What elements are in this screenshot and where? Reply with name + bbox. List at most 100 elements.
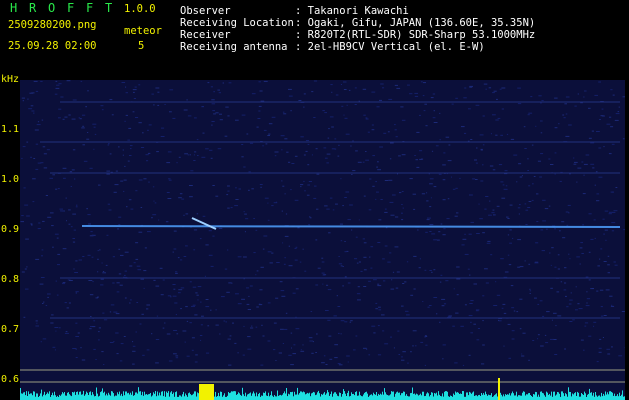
noise-speck: [326, 208, 330, 210]
noise-speck: [425, 231, 428, 233]
power-bar: [589, 388, 590, 400]
info-value-location: : Ogaki, Gifu, JAPAN (136.60E, 35.35N): [295, 17, 536, 29]
noise-speck: [371, 124, 374, 126]
noise-speck: [487, 240, 491, 242]
noise-speck: [484, 268, 488, 270]
power-bar: [254, 393, 255, 400]
power-bar: [432, 392, 433, 400]
power-bar: [401, 393, 402, 400]
power-bar: [469, 391, 470, 400]
noise-speck: [508, 264, 512, 266]
noise-speck: [507, 323, 511, 325]
power-bar: [123, 391, 124, 400]
noise-speck: [52, 246, 54, 248]
noise-speck: [557, 254, 560, 256]
noise-speck: [118, 248, 121, 250]
noise-speck: [602, 218, 605, 220]
power-bar: [46, 393, 47, 400]
noise-speck: [599, 258, 601, 260]
noise-speck: [584, 325, 587, 327]
noise-speck: [217, 148, 222, 150]
power-bar: [603, 393, 604, 400]
power-bar: [609, 391, 610, 400]
power-bar: [255, 396, 256, 400]
noise-speck: [383, 280, 386, 282]
noise-speck: [307, 184, 310, 186]
noise-speck: [262, 145, 264, 147]
noise-speck: [507, 254, 510, 256]
power-bar: [395, 393, 396, 400]
noise-speck: [351, 174, 353, 175]
noise-speck: [281, 180, 283, 182]
noise-speck: [582, 224, 584, 226]
noise-speck: [585, 154, 590, 156]
power-bar: [321, 394, 322, 400]
noise-speck: [95, 297, 98, 299]
noise-speck: [439, 139, 441, 141]
noise-speck: [146, 304, 150, 306]
noise-speck: [399, 192, 402, 194]
power-bar: [104, 391, 105, 400]
power-bar: [528, 393, 529, 400]
noise-speck: [199, 238, 202, 240]
noise-speck: [600, 115, 604, 117]
power-bar: [286, 388, 287, 400]
noise-speck: [426, 219, 430, 221]
noise-speck: [493, 305, 498, 306]
noise-speck: [360, 270, 363, 272]
noise-speck: [175, 314, 177, 316]
noise-speck: [164, 104, 166, 105]
noise-speck: [560, 281, 563, 283]
noise-speck: [205, 148, 209, 150]
noise-speck: [284, 138, 288, 140]
noise-speck: [89, 294, 94, 296]
noise-speck: [328, 335, 332, 337]
power-bar: [298, 394, 299, 400]
noise-speck: [419, 258, 421, 260]
power-bar: [559, 393, 560, 400]
power-bar: [307, 392, 308, 400]
power-bar: [557, 392, 558, 400]
noise-speck: [483, 83, 488, 85]
noise-speck: [345, 133, 350, 135]
noise-speck: [79, 118, 82, 120]
power-bar: [429, 396, 430, 400]
noise-speck: [384, 208, 387, 210]
noise-speck: [611, 222, 616, 224]
power-bar: [525, 395, 526, 400]
noise-speck: [480, 180, 484, 182]
noise-speck: [89, 167, 93, 169]
noise-speck: [394, 84, 398, 86]
noise-speck: [342, 266, 344, 267]
noise-speck: [247, 348, 252, 350]
noise-speck: [327, 319, 331, 321]
noise-speck: [402, 207, 404, 209]
noise-speck: [143, 287, 145, 289]
noise-speck: [156, 151, 159, 153]
power-bar: [354, 395, 355, 400]
power-bar: [506, 394, 507, 400]
noise-speck: [355, 150, 358, 152]
noise-speck: [73, 229, 76, 231]
power-bar: [42, 396, 43, 400]
noise-speck: [369, 178, 372, 180]
noise-speck: [187, 154, 189, 156]
power-bar: [359, 391, 360, 400]
noise-speck: [195, 354, 198, 356]
power-bar: [128, 392, 129, 400]
noise-speck: [534, 262, 539, 264]
noise-speck: [86, 138, 90, 140]
freq-tick-label: 1.1: [1, 124, 20, 135]
power-bar: [297, 387, 298, 400]
power-bar: [331, 391, 332, 400]
power-bar: [508, 394, 509, 400]
noise-speck: [57, 253, 61, 255]
power-bar: [350, 395, 351, 400]
noise-speck: [622, 96, 625, 98]
noise-speck: [28, 108, 33, 110]
noise-speck: [279, 281, 283, 283]
power-bar: [611, 391, 612, 400]
noise-speck: [115, 313, 120, 315]
noise-speck: [439, 321, 441, 323]
power-bar: [92, 392, 93, 400]
